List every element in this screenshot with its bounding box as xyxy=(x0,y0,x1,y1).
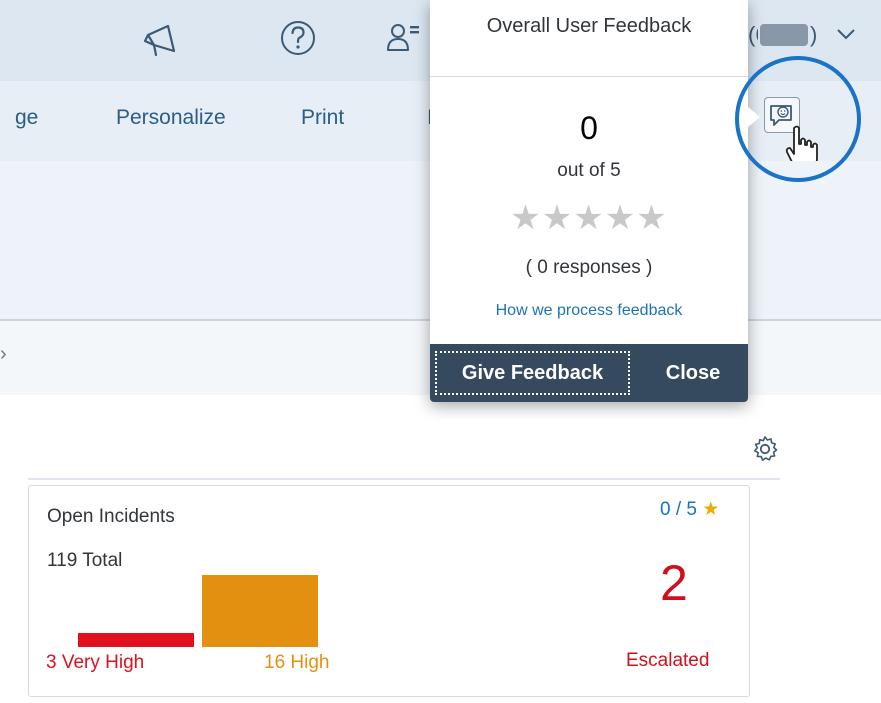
rating-stars: ★★★★★ xyxy=(510,199,668,237)
gear-icon[interactable] xyxy=(751,435,779,463)
escalated-label: Escalated xyxy=(626,650,710,671)
escalated-count: 2 xyxy=(660,555,688,611)
rating-value: 0 xyxy=(580,110,598,146)
popover-separator xyxy=(430,76,748,77)
user-settings-icon[interactable] xyxy=(385,18,425,58)
star-icon: ★ xyxy=(702,499,720,520)
toolbar-item-personalize[interactable]: Personalize xyxy=(116,106,226,130)
bar-label-high: 16 High xyxy=(264,652,330,673)
annotation-highlight-circle xyxy=(735,56,861,182)
bar-label-very-high: 3 Very High xyxy=(46,652,145,673)
section-divider xyxy=(28,478,780,480)
bar-very-high xyxy=(78,633,194,647)
bar-high xyxy=(202,575,318,647)
toolbar-item-manage[interactable]: ge xyxy=(15,106,38,130)
card-rating-badge[interactable]: 0 / 5 ★ xyxy=(660,498,719,521)
toolbar-item-print[interactable]: Print xyxy=(301,106,344,130)
severity-bar-chart xyxy=(78,575,318,647)
card-total: 119 Total xyxy=(47,550,123,571)
help-icon[interactable] xyxy=(278,18,318,58)
user-name-redaction xyxy=(760,24,808,46)
user-name[interactable]: (6) xyxy=(748,22,817,48)
chevron-down-icon[interactable] xyxy=(836,26,856,42)
megaphone-icon[interactable] xyxy=(142,21,182,59)
section-bar-fragment: › xyxy=(0,343,7,365)
give-feedback-button[interactable]: Give Feedback xyxy=(435,351,630,395)
rating-scale: out of 5 xyxy=(557,160,621,181)
responses-count: ( 0 responses ) xyxy=(525,257,653,278)
process-feedback-link[interactable]: How we process feedback xyxy=(430,302,748,320)
close-button[interactable]: Close xyxy=(640,362,746,385)
popover-title: Overall User Feedback xyxy=(486,15,692,37)
card-title: Open Incidents xyxy=(47,506,175,527)
